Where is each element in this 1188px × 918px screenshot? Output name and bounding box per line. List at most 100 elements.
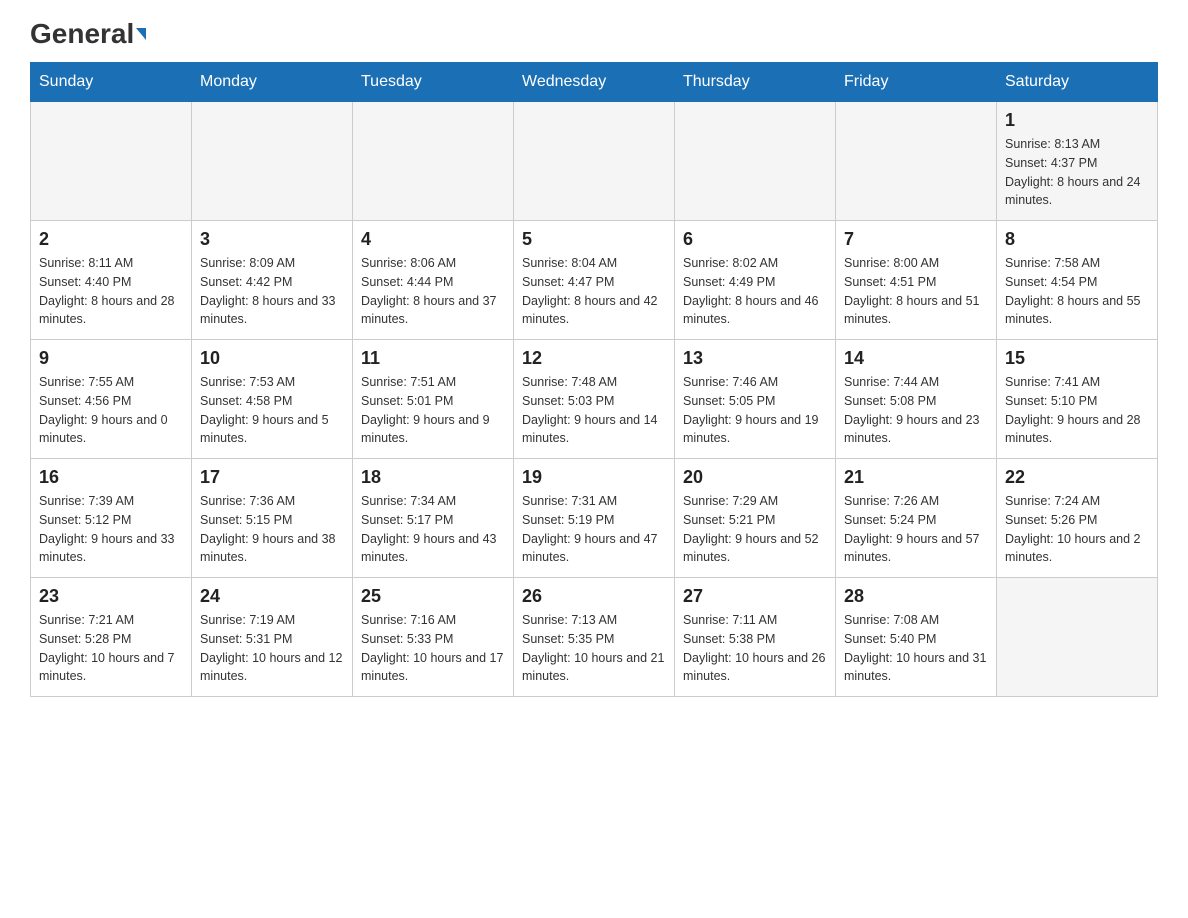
calendar-cell: 12 Sunrise: 7:48 AMSunset: 5:03 PMDayligh… [514,340,675,459]
day-number: 11 [361,348,505,369]
day-number: 15 [1005,348,1149,369]
calendar-cell: 5 Sunrise: 8:04 AMSunset: 4:47 PMDaylight… [514,221,675,340]
week-row-5: 23 Sunrise: 7:21 AMSunset: 5:28 PMDayligh… [31,578,1158,697]
week-row-1: 1 Sunrise: 8:13 AMSunset: 4:37 PMDaylight… [31,102,1158,221]
header-monday: Monday [192,63,353,102]
day-info: Sunrise: 7:44 AMSunset: 5:08 PMDaylight:… [844,373,988,448]
calendar-cell: 13Sunrise: 7:46 AMSunset: 5:05 PMDayligh… [675,340,836,459]
day-number: 28 [844,586,988,607]
weekday-header-row: Sunday Monday Tuesday Wednesday Thursday… [31,63,1158,102]
day-info: Sunrise: 7:24 AMSunset: 5:26 PMDaylight:… [1005,492,1149,567]
day-number: 16 [39,467,183,488]
calendar-cell [31,102,192,221]
day-info: Sunrise: 7:39 AMSunset: 5:12 PMDaylight:… [39,492,183,567]
day-info: Sunrise: 7:13 AMSunset: 5:35 PMDaylight:… [522,611,666,686]
day-info: Sunrise: 7:55 AMSunset: 4:56 PMDaylight:… [39,373,183,448]
calendar-cell: 1 Sunrise: 8:13 AMSunset: 4:37 PMDaylight… [997,102,1158,221]
calendar-cell: 17 Sunrise: 7:36 AMSunset: 5:15 PMDayligh… [192,459,353,578]
calendar-cell: 21 Sunrise: 7:26 AMSunset: 5:24 PMDayligh… [836,459,997,578]
day-info: Sunrise: 8:09 AMSunset: 4:42 PMDaylight:… [200,254,344,329]
day-info: Sunrise: 7:53 AMSunset: 4:58 PMDaylight:… [200,373,344,448]
logo: General [30,20,146,46]
header-sunday: Sunday [31,63,192,102]
day-number: 20 [683,467,827,488]
header-tuesday: Tuesday [353,63,514,102]
day-info: Sunrise: 7:11 AMSunset: 5:38 PMDaylight:… [683,611,827,686]
day-info: Sunrise: 7:41 AMSunset: 5:10 PMDaylight:… [1005,373,1149,448]
day-number: 22 [1005,467,1149,488]
day-number: 1 [1005,110,1149,131]
calendar-body: 1 Sunrise: 8:13 AMSunset: 4:37 PMDaylight… [31,102,1158,697]
day-number: 2 [39,229,183,250]
week-row-2: 2Sunrise: 8:11 AMSunset: 4:40 PMDaylight… [31,221,1158,340]
day-number: 7 [844,229,988,250]
day-number: 18 [361,467,505,488]
calendar-cell: 16 Sunrise: 7:39 AMSunset: 5:12 PMDayligh… [31,459,192,578]
logo-triangle-icon [136,28,146,40]
day-number: 24 [200,586,344,607]
calendar-cell: 23 Sunrise: 7:21 AMSunset: 5:28 PMDayligh… [31,578,192,697]
day-number: 27 [683,586,827,607]
day-number: 19 [522,467,666,488]
week-row-3: 9 Sunrise: 7:55 AMSunset: 4:56 PMDaylight… [31,340,1158,459]
day-info: Sunrise: 7:31 AMSunset: 5:19 PMDaylight:… [522,492,666,567]
calendar-cell: 24 Sunrise: 7:19 AMSunset: 5:31 PMDayligh… [192,578,353,697]
calendar-cell [997,578,1158,697]
day-number: 25 [361,586,505,607]
calendar-cell: 15 Sunrise: 7:41 AMSunset: 5:10 PMDayligh… [997,340,1158,459]
day-number: 6 [683,229,827,250]
calendar-cell: 25 Sunrise: 7:16 AMSunset: 5:33 PMDayligh… [353,578,514,697]
calendar-table: Sunday Monday Tuesday Wednesday Thursday… [30,62,1158,697]
calendar-cell: 10 Sunrise: 7:53 AMSunset: 4:58 PMDayligh… [192,340,353,459]
calendar-cell: 20 Sunrise: 7:29 AMSunset: 5:21 PMDayligh… [675,459,836,578]
day-info: Sunrise: 7:48 AMSunset: 5:03 PMDaylight:… [522,373,666,448]
calendar-cell: 26 Sunrise: 7:13 AMSunset: 5:35 PMDayligh… [514,578,675,697]
calendar-cell: 18 Sunrise: 7:34 AMSunset: 5:17 PMDayligh… [353,459,514,578]
day-info: Sunrise: 7:58 AMSunset: 4:54 PMDaylight:… [1005,254,1149,329]
day-info: Sunrise: 8:04 AMSunset: 4:47 PMDaylight:… [522,254,666,329]
calendar-cell: 7 Sunrise: 8:00 AMSunset: 4:51 PMDaylight… [836,221,997,340]
day-info: Sunrise: 7:29 AMSunset: 5:21 PMDaylight:… [683,492,827,567]
day-info: Sunrise: 7:36 AMSunset: 5:15 PMDaylight:… [200,492,344,567]
day-number: 12 [522,348,666,369]
day-number: 5 [522,229,666,250]
calendar-cell [353,102,514,221]
header-saturday: Saturday [997,63,1158,102]
page-header: General [30,20,1158,46]
day-info: Sunrise: 7:26 AMSunset: 5:24 PMDaylight:… [844,492,988,567]
calendar-cell: 14 Sunrise: 7:44 AMSunset: 5:08 PMDayligh… [836,340,997,459]
day-info: Sunrise: 7:51 AMSunset: 5:01 PMDaylight:… [361,373,505,448]
day-number: 14 [844,348,988,369]
calendar-cell: 9 Sunrise: 7:55 AMSunset: 4:56 PMDaylight… [31,340,192,459]
day-number: 3 [200,229,344,250]
day-info: Sunrise: 8:06 AMSunset: 4:44 PMDaylight:… [361,254,505,329]
calendar-cell: 22 Sunrise: 7:24 AMSunset: 5:26 PMDayligh… [997,459,1158,578]
calendar-cell: 11 Sunrise: 7:51 AMSunset: 5:01 PMDayligh… [353,340,514,459]
calendar-cell: 2Sunrise: 8:11 AMSunset: 4:40 PMDaylight… [31,221,192,340]
day-number: 21 [844,467,988,488]
day-number: 10 [200,348,344,369]
calendar-cell: 28Sunrise: 7:08 AMSunset: 5:40 PMDayligh… [836,578,997,697]
calendar-cell [675,102,836,221]
calendar-cell: 4Sunrise: 8:06 AMSunset: 4:44 PMDaylight… [353,221,514,340]
calendar-cell: 8 Sunrise: 7:58 AMSunset: 4:54 PMDaylight… [997,221,1158,340]
day-info: Sunrise: 7:16 AMSunset: 5:33 PMDaylight:… [361,611,505,686]
day-number: 8 [1005,229,1149,250]
day-info: Sunrise: 8:13 AMSunset: 4:37 PMDaylight:… [1005,135,1149,210]
calendar-cell: 19 Sunrise: 7:31 AMSunset: 5:19 PMDayligh… [514,459,675,578]
day-info: Sunrise: 7:46 AMSunset: 5:05 PMDaylight:… [683,373,827,448]
logo-general: General [30,20,146,48]
day-info: Sunrise: 7:21 AMSunset: 5:28 PMDaylight:… [39,611,183,686]
day-number: 17 [200,467,344,488]
calendar-cell [192,102,353,221]
calendar-cell: 27 Sunrise: 7:11 AMSunset: 5:38 PMDayligh… [675,578,836,697]
week-row-4: 16 Sunrise: 7:39 AMSunset: 5:12 PMDayligh… [31,459,1158,578]
header-thursday: Thursday [675,63,836,102]
day-info: Sunrise: 7:19 AMSunset: 5:31 PMDaylight:… [200,611,344,686]
day-number: 26 [522,586,666,607]
day-number: 23 [39,586,183,607]
day-number: 9 [39,348,183,369]
header-friday: Friday [836,63,997,102]
day-info: Sunrise: 7:34 AMSunset: 5:17 PMDaylight:… [361,492,505,567]
day-info: Sunrise: 8:00 AMSunset: 4:51 PMDaylight:… [844,254,988,329]
